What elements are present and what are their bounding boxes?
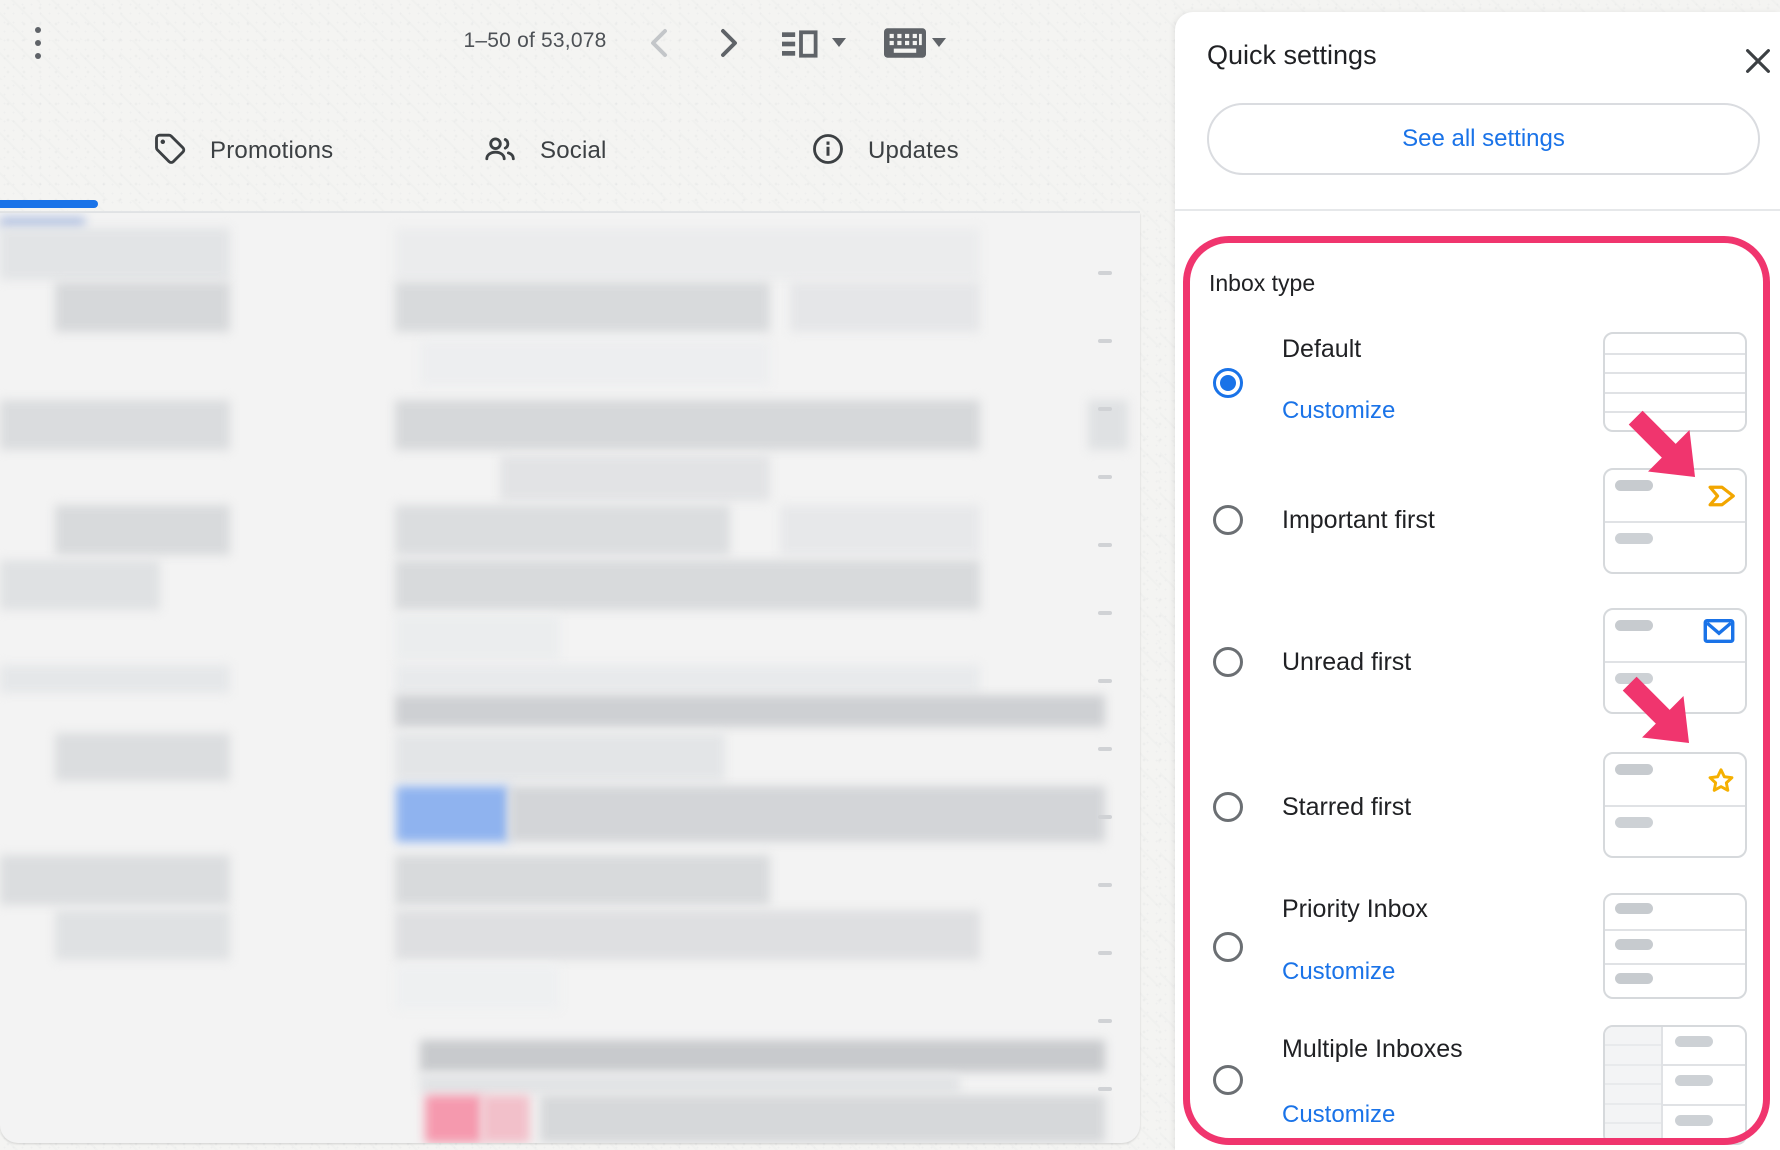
priority-inbox-thumbnail xyxy=(1603,893,1747,999)
pagination-count: 1–50 of 53,078 xyxy=(440,29,630,53)
option-label: Default xyxy=(1282,335,1361,364)
input-tools-keyboard-icon[interactable] xyxy=(884,28,926,63)
important-first-thumbnail xyxy=(1603,468,1747,574)
see-all-settings-button[interactable]: See all settings xyxy=(1207,103,1760,175)
older-page-chevron-right-icon[interactable] xyxy=(712,26,746,60)
inbox-category-tabs: Promotions Social Updates xyxy=(0,95,1140,213)
option-label: Important first xyxy=(1282,506,1435,535)
envelope-icon xyxy=(1703,618,1735,644)
list-toolbar: 1–50 of 53,078 xyxy=(0,0,1140,95)
option-label: Multiple Inboxes xyxy=(1282,1035,1463,1064)
split-view-icon[interactable] xyxy=(782,27,820,66)
radio-button[interactable] xyxy=(1213,1065,1243,1095)
unread-first-thumbnail xyxy=(1603,608,1747,714)
tab-promotions[interactable]: Promotions xyxy=(152,119,333,183)
more-options-kebab-icon[interactable] xyxy=(30,23,48,63)
gmail-screen: 1–50 of 53,078 xyxy=(0,0,1780,1150)
active-tab-indicator xyxy=(0,200,98,208)
default-inbox-thumbnail xyxy=(1603,332,1747,432)
tab-updates[interactable]: Updates xyxy=(810,119,959,183)
tab-social[interactable]: Social xyxy=(482,119,607,183)
radio-button[interactable] xyxy=(1213,647,1243,677)
email-list[interactable] xyxy=(0,213,1140,1143)
radio-button[interactable] xyxy=(1213,368,1243,398)
panel-title: Quick settings xyxy=(1207,40,1377,71)
option-label: Starred first xyxy=(1282,793,1411,822)
customize-link[interactable]: Customize xyxy=(1282,397,1395,425)
panel-header-divider xyxy=(1175,209,1780,211)
radio-button[interactable] xyxy=(1213,792,1243,822)
tab-label: Promotions xyxy=(210,137,333,165)
tab-label: Updates xyxy=(868,137,959,165)
info-icon xyxy=(810,131,846,172)
radio-button[interactable] xyxy=(1213,505,1243,535)
keyboard-dropdown-caret-icon[interactable] xyxy=(932,38,946,47)
people-icon xyxy=(482,131,518,172)
customize-link[interactable]: Customize xyxy=(1282,1101,1395,1129)
radio-button[interactable] xyxy=(1213,932,1243,962)
close-icon[interactable] xyxy=(1741,44,1775,78)
inbox-type-section-title: Inbox type xyxy=(1209,270,1315,297)
newer-page-chevron-left-icon[interactable] xyxy=(642,26,676,60)
customize-link[interactable]: Customize xyxy=(1282,958,1395,986)
tab-label: Social xyxy=(540,137,607,165)
importance-marker-icon xyxy=(1707,484,1737,508)
quick-settings-panel: Quick settings See all settings Inbox ty… xyxy=(1175,12,1780,1150)
option-label: Priority Inbox xyxy=(1282,895,1428,924)
split-view-dropdown-caret-icon[interactable] xyxy=(832,38,846,47)
star-icon xyxy=(1705,765,1737,797)
tag-icon xyxy=(152,131,188,172)
multiple-inboxes-thumbnail xyxy=(1603,1025,1747,1145)
starred-first-thumbnail xyxy=(1603,752,1747,858)
option-label: Unread first xyxy=(1282,648,1411,677)
